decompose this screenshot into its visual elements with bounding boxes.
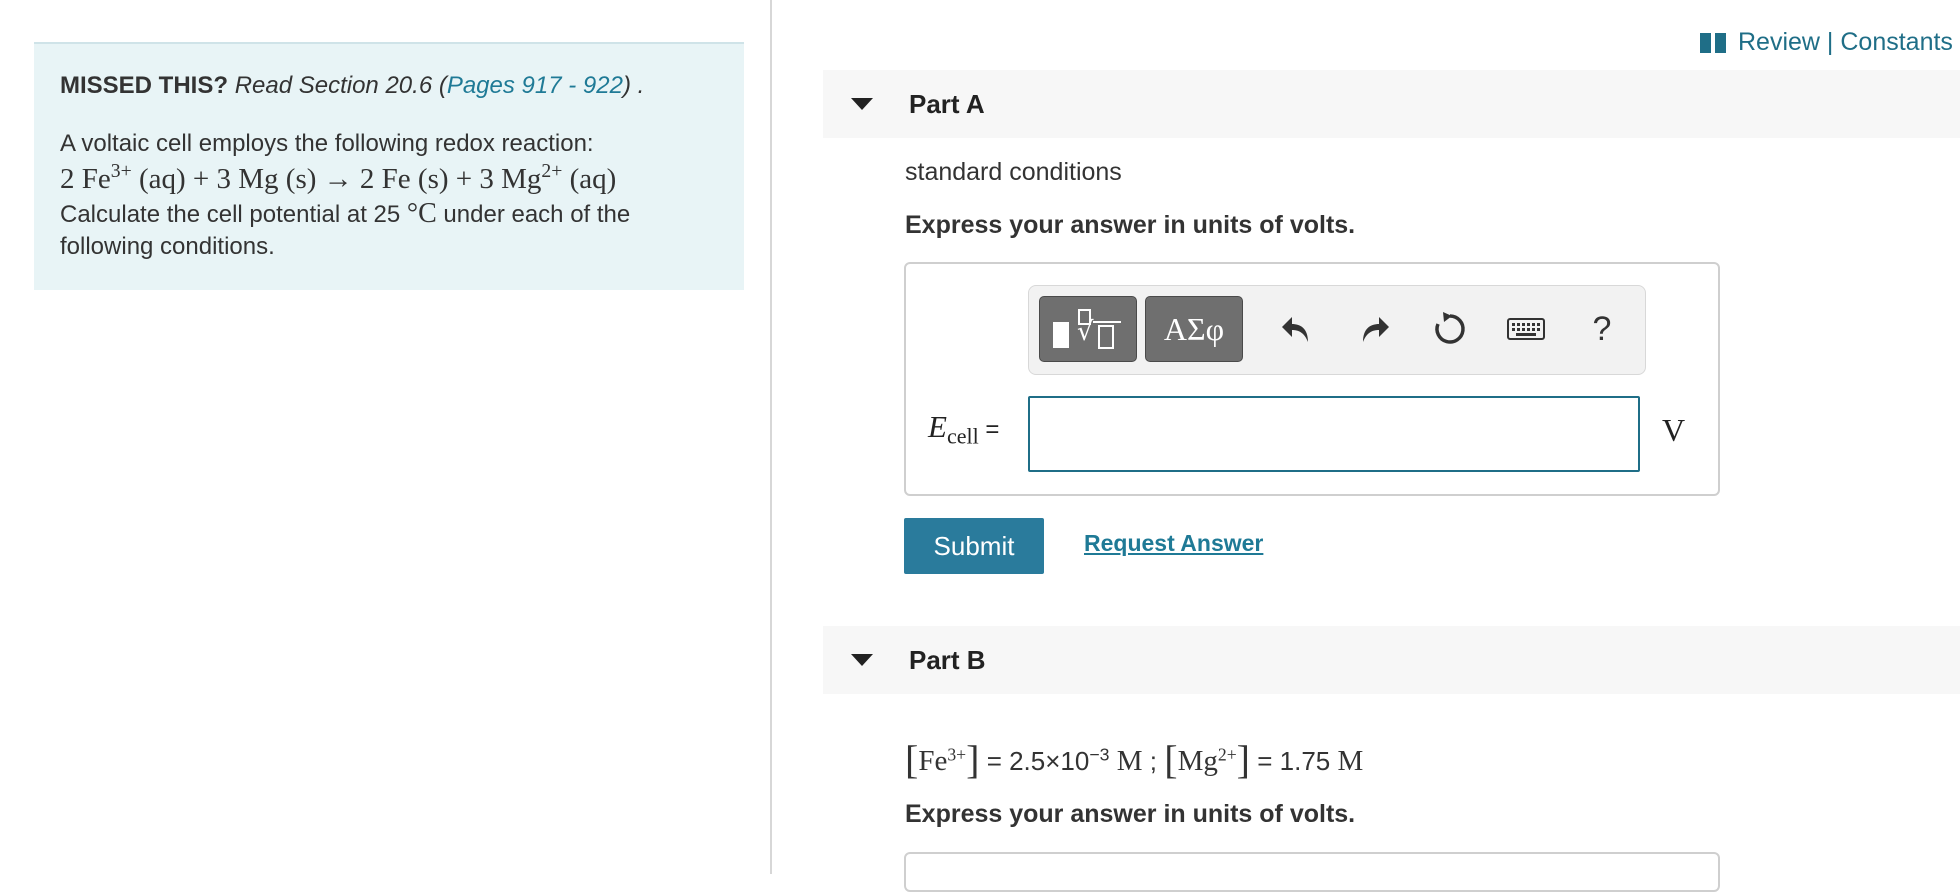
part-a-condition: standard conditions — [905, 158, 1122, 186]
collapse-caret-icon[interactable] — [851, 654, 873, 666]
missed-this-label: MISSED THIS? — [60, 72, 229, 99]
intro-text: A voltaic cell employs the following red… — [60, 130, 594, 157]
redox-reaction: 2 Fe3+ (aq) + 3 Mg (s) → 2 Fe (s) + 3 Mg… — [60, 160, 617, 195]
question-text: Calculate the cell potential at 25 °C un… — [60, 198, 631, 260]
read-section-text: Read Section 20.6 ( — [234, 72, 447, 99]
keyboard-icon[interactable] — [1503, 304, 1549, 354]
reset-icon[interactable] — [1427, 304, 1473, 354]
collapse-caret-icon[interactable] — [851, 98, 873, 110]
part-b-title: Part B — [909, 644, 986, 675]
part-b-header[interactable]: Part B — [823, 626, 1960, 694]
symbols-button[interactable]: ΑΣφ — [1145, 296, 1243, 362]
missed-this-line: MISSED THIS? Read Section 20.6 (Pages 91… — [60, 70, 718, 102]
answer-box: √ ΑΣφ ? Ecell = V — [904, 262, 1720, 496]
problem-intro-panel: MISSED THIS? Read Section 20.6 (Pages 91… — [34, 42, 744, 290]
request-answer-link[interactable]: Request Answer — [1084, 530, 1263, 557]
review-label: Review | Constants — [1738, 28, 1953, 56]
templates-button[interactable]: √ — [1039, 296, 1137, 362]
ecell-answer-input[interactable] — [1028, 396, 1640, 472]
submit-button[interactable]: Submit — [904, 518, 1044, 574]
pages-link[interactable]: Pages 917 - 922 — [447, 72, 623, 99]
part-b-instruction: Express your answer in units of volts. — [905, 800, 1356, 828]
redo-icon[interactable] — [1351, 304, 1397, 354]
help-button[interactable]: ? — [1579, 304, 1625, 354]
part-b-answer-box — [904, 852, 1720, 892]
part-b-condition: [Fe3+] = 2.5×10−3 M ; [Mg2+] = 1.75 M — [905, 737, 1364, 782]
panel-divider — [770, 0, 772, 874]
ecell-label: Ecell = — [928, 409, 1000, 449]
part-a-title: Part A — [909, 88, 985, 119]
reaction-arrow: → — [323, 163, 353, 195]
unit-label: V — [1662, 412, 1686, 448]
part-a-instruction: Express your answer in units of volts. — [905, 211, 1356, 239]
book-icon — [1700, 32, 1726, 53]
review-constants-link[interactable]: Review | Constants — [1700, 28, 1953, 57]
read-section-end: ) . — [622, 72, 645, 99]
templates-icon: √ — [1053, 309, 1121, 349]
part-a-header[interactable]: Part A — [823, 70, 1960, 138]
math-toolbar: √ ΑΣφ ? — [1028, 285, 1646, 375]
undo-icon[interactable] — [1274, 304, 1320, 354]
